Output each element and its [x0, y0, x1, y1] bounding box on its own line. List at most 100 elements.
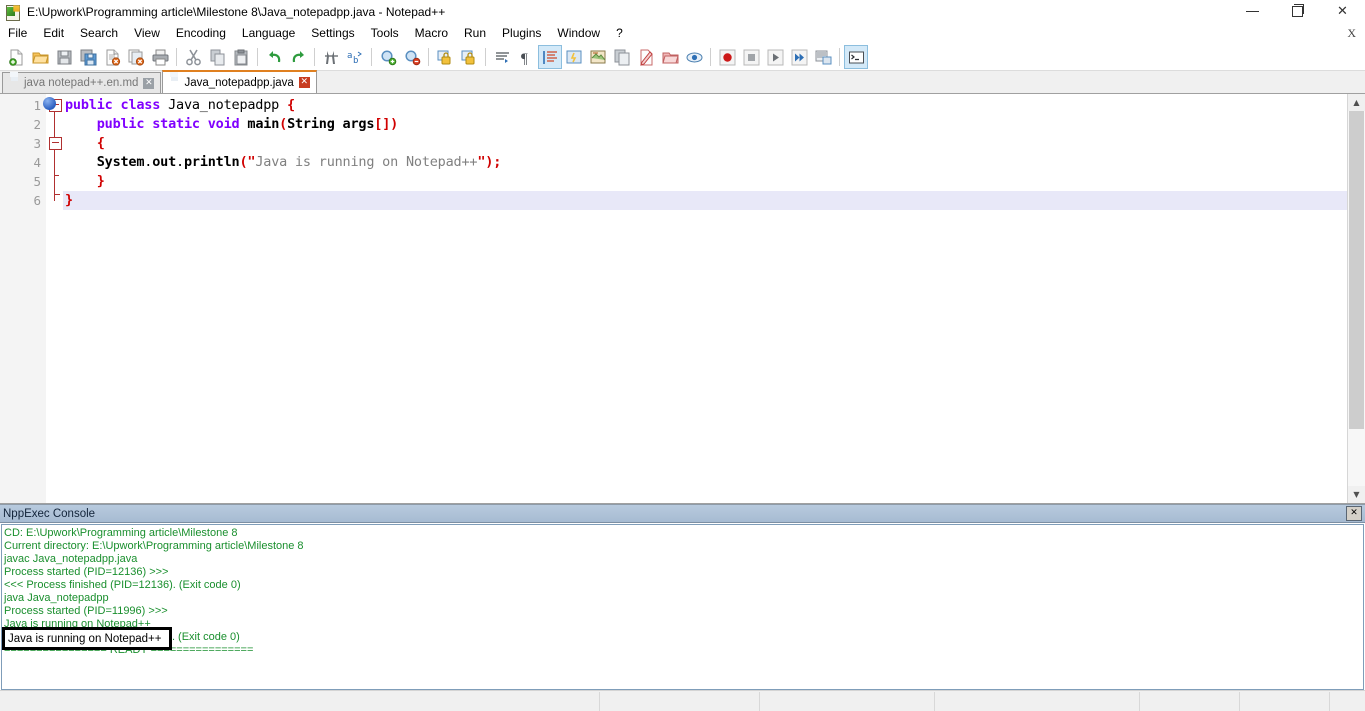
toolbar-separator	[176, 48, 177, 66]
status-cell-encoding	[1240, 692, 1330, 711]
scroll-track[interactable]	[1348, 111, 1365, 486]
save-macro-icon[interactable]	[812, 46, 834, 68]
save-icon[interactable]	[53, 46, 75, 68]
toolbar: ab ¶	[0, 44, 1365, 71]
menu-edit[interactable]: Edit	[35, 23, 72, 44]
open-file-icon[interactable]	[29, 46, 51, 68]
indent-guideline-icon[interactable]	[539, 46, 561, 68]
console-output[interactable]: CD: E:\Upwork\Programming article\Milest…	[1, 524, 1364, 690]
paste-icon[interactable]	[230, 46, 252, 68]
redo-icon[interactable]	[287, 46, 309, 68]
maximize-restore-button[interactable]	[1275, 0, 1320, 23]
console-line: Process started (PID=12136) >>>	[2, 566, 1363, 579]
function-list-icon[interactable]	[611, 46, 633, 68]
tab-java-notepadpp-java[interactable]: Java_notepadpp.java ✕	[162, 70, 316, 93]
line-number: 1	[0, 96, 46, 115]
code-line-2: public static void main(String args[])	[63, 115, 1347, 134]
saved-file-icon	[8, 77, 20, 89]
monitoring-icon[interactable]	[683, 46, 705, 68]
window-controls: ✕	[1230, 0, 1365, 23]
fold-margin[interactable]	[46, 94, 63, 503]
status-bar	[0, 690, 1365, 711]
stop-recording-icon[interactable]	[740, 46, 762, 68]
notepad-plus-plus-icon	[5, 4, 21, 20]
word-wrap-icon[interactable]	[491, 46, 513, 68]
code-line-6: }	[63, 191, 1347, 210]
menu-tools[interactable]: Tools	[363, 23, 407, 44]
tab-java-notepad-md[interactable]: java notepad++.en.md ✕	[2, 72, 161, 93]
menu-search[interactable]: Search	[72, 23, 126, 44]
highlight-text: Java is running on Notepad++	[8, 633, 161, 645]
panel-close-icon[interactable]: ✕	[1346, 506, 1362, 521]
play-macro-icon[interactable]	[764, 46, 786, 68]
line-number: 4	[0, 153, 46, 172]
menu-run[interactable]: Run	[456, 23, 494, 44]
sync-vertical-scroll-icon[interactable]	[434, 46, 456, 68]
menu-settings[interactable]: Settings	[303, 23, 362, 44]
tab-close-icon[interactable]: ✕	[143, 78, 154, 89]
copy-icon[interactable]	[206, 46, 228, 68]
menu-language[interactable]: Language	[234, 23, 303, 44]
fold-collapse-icon	[49, 137, 62, 150]
folder-as-workspace-icon[interactable]	[659, 46, 681, 68]
document-close-button[interactable]: X	[1347, 26, 1356, 41]
save-all-icon[interactable]	[77, 46, 99, 68]
menu-help[interactable]: ?	[608, 23, 631, 44]
close-all-icon[interactable]	[125, 46, 147, 68]
editor-vertical-scrollbar[interactable]: ▲ ▼	[1347, 94, 1365, 503]
console-line: javac Java_notepadpp.java	[2, 553, 1363, 566]
code-line-1: public class Java_notepadpp {	[63, 96, 1347, 115]
status-cell-length-lines	[600, 692, 760, 711]
scroll-thumb[interactable]	[1349, 111, 1364, 429]
editor-text-area[interactable]: 1 2 3 4 5 6 public class Java_notepadpp …	[0, 94, 1347, 503]
scroll-up-icon[interactable]: ▲	[1348, 94, 1365, 111]
console-line: java Java_notepadpp	[2, 592, 1363, 605]
play-multiple-icon[interactable]	[788, 46, 810, 68]
undo-icon[interactable]	[263, 46, 285, 68]
user-defined-language-icon[interactable]	[563, 46, 585, 68]
close-file-icon[interactable]	[101, 46, 123, 68]
menu-view[interactable]: View	[126, 23, 168, 44]
menu-window[interactable]: Window	[549, 23, 608, 44]
nppexec-console-icon[interactable]	[845, 46, 867, 68]
tab-label: java notepad++.en.md	[24, 77, 138, 89]
console-header: NppExec Console ✕	[0, 505, 1365, 523]
toolbar-separator	[314, 48, 315, 66]
status-cell-doc-type	[0, 692, 600, 711]
status-cell-eol	[1140, 692, 1240, 711]
menu-file[interactable]: File	[0, 23, 35, 44]
cut-icon[interactable]	[182, 46, 204, 68]
close-button[interactable]: ✕	[1320, 0, 1365, 23]
svg-text:b: b	[353, 56, 358, 66]
line-number: 3	[0, 134, 46, 153]
print-icon[interactable]	[149, 46, 171, 68]
code-content[interactable]: public class Java_notepadpp { public sta…	[63, 94, 1347, 503]
record-macro-icon[interactable]	[716, 46, 738, 68]
tab-close-icon[interactable]: ✕	[299, 77, 310, 88]
menu-encoding[interactable]: Encoding	[168, 23, 234, 44]
console-line: CD: E:\Upwork\Programming article\Milest…	[2, 527, 1363, 540]
bookmark-icon[interactable]	[43, 97, 56, 110]
menu-macro[interactable]: Macro	[407, 23, 456, 44]
minimize-button[interactable]	[1230, 0, 1275, 23]
status-cell-insert-mode	[1330, 692, 1365, 711]
line-number-gutter: 1 2 3 4 5 6	[0, 94, 46, 503]
document-map-icon[interactable]	[587, 46, 609, 68]
zoom-in-icon[interactable]	[377, 46, 399, 68]
find-icon[interactable]	[320, 46, 342, 68]
toolbar-separator	[371, 48, 372, 66]
line-number: 5	[0, 172, 46, 191]
scroll-down-icon[interactable]: ▼	[1348, 486, 1365, 503]
toolbar-separator	[428, 48, 429, 66]
tab-bar: java notepad++.en.md ✕ Java_notepadpp.ja…	[0, 71, 1365, 94]
notepadpp-window: E:\Upwork\Programming article\Milestone …	[0, 0, 1365, 711]
document-switcher-icon[interactable]	[635, 46, 657, 68]
new-file-icon[interactable]	[5, 46, 27, 68]
menu-bar: File Edit Search View Encoding Language …	[0, 23, 1365, 44]
zoom-out-icon[interactable]	[401, 46, 423, 68]
show-all-characters-icon[interactable]: ¶	[515, 46, 537, 68]
sync-horizontal-scroll-icon[interactable]	[458, 46, 480, 68]
replace-icon[interactable]: ab	[344, 46, 366, 68]
menu-plugins[interactable]: Plugins	[494, 23, 549, 44]
status-cell-position	[760, 692, 935, 711]
